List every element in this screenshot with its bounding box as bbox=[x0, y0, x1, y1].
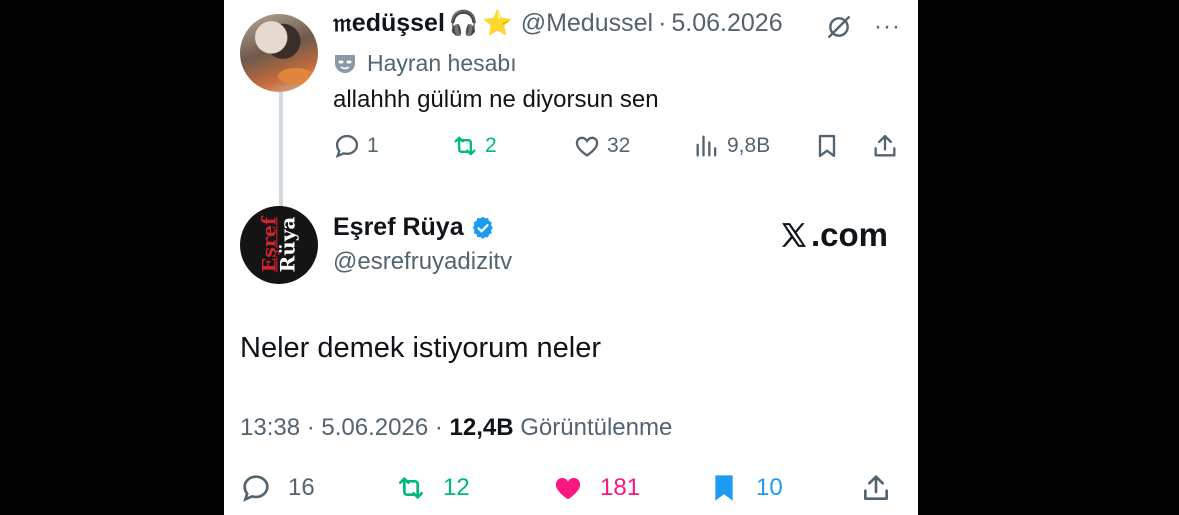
like-icon bbox=[555, 478, 581, 500]
main-reply-count: 16 bbox=[288, 474, 315, 501]
reply-action-bar: 1 2 32 9,8B bbox=[333, 126, 903, 166]
tweet-card: 𝔪edüşsel 🎧 ⭐ @Medussel · 5.06.2026 ··· H… bbox=[224, 0, 918, 515]
avatar-esref-ruya[interactable]: Eşref Rüya bbox=[240, 206, 318, 284]
meta-separator: · bbox=[306, 414, 315, 441]
reply-icon bbox=[335, 134, 359, 159]
fan-account-label: Hayran hesabı bbox=[333, 50, 517, 77]
avatar-medussel[interactable] bbox=[240, 14, 318, 92]
fan-mask-icon bbox=[335, 54, 355, 73]
like-count: 32 bbox=[607, 134, 631, 157]
x-logo-icon bbox=[782, 223, 806, 247]
reply-display-name[interactable]: 𝔪edüşsel bbox=[333, 9, 445, 38]
brand-text: .com bbox=[811, 216, 889, 253]
x-com-brand: .com bbox=[779, 216, 888, 254]
thread-connector-line bbox=[279, 88, 283, 208]
tweet-meta: 13:38 · 5.06.2026 · 12,4B Görüntülenme bbox=[240, 414, 672, 442]
reply-button[interactable]: 1 bbox=[333, 126, 379, 166]
meta-separator-2: · bbox=[434, 414, 443, 441]
verified-badge-icon bbox=[472, 216, 493, 239]
main-repost-button[interactable]: 12 bbox=[395, 468, 470, 508]
views-button[interactable]: 9,8B bbox=[693, 126, 770, 166]
main-display-name[interactable]: Eşref Rüya bbox=[333, 213, 464, 242]
main-author: Eşref Rüya bbox=[333, 213, 495, 242]
repost-button[interactable]: 2 bbox=[451, 126, 497, 166]
views-total: 12,4B bbox=[449, 414, 514, 441]
main-bookmark-button[interactable]: 10 bbox=[708, 468, 783, 508]
main-like-button[interactable]: 181 bbox=[552, 468, 640, 508]
repost-count: 2 bbox=[485, 134, 497, 157]
reply-count: 1 bbox=[367, 134, 379, 157]
repost-icon bbox=[399, 477, 423, 499]
share-icon bbox=[864, 475, 888, 500]
reply-header: 𝔪edüşsel 🎧 ⭐ @Medussel · 5.06.2026 bbox=[333, 9, 783, 38]
reply-handle[interactable]: @Medussel bbox=[521, 9, 653, 38]
fan-account-text: Hayran hesabı bbox=[367, 50, 517, 76]
main-bookmark-count: 10 bbox=[756, 474, 783, 501]
grok-icon[interactable] bbox=[826, 14, 852, 40]
main-share-button[interactable] bbox=[860, 468, 908, 508]
more-options-icon[interactable]: ··· bbox=[874, 13, 901, 41]
main-action-bar: 16 12 181 10 bbox=[240, 468, 900, 508]
reply-date[interactable]: 5.06.2026 bbox=[671, 9, 782, 38]
bookmark-button[interactable] bbox=[813, 126, 847, 166]
like-icon bbox=[575, 136, 599, 157]
share-icon bbox=[874, 134, 896, 157]
bookmark-icon bbox=[715, 475, 733, 501]
tweet-date[interactable]: 5.06.2026 bbox=[321, 414, 428, 441]
main-handle[interactable]: @esrefruyadizitv bbox=[333, 248, 512, 276]
star-emoji: ⭐ bbox=[482, 10, 513, 37]
views-label: Görüntülenme bbox=[520, 414, 673, 441]
bookmark-icon bbox=[818, 134, 836, 158]
reply-separator: · bbox=[658, 9, 667, 37]
reply-text: allahhh gülüm ne diyorsun sen bbox=[333, 86, 659, 113]
main-reply-button[interactable]: 16 bbox=[240, 468, 315, 508]
main-like-count: 181 bbox=[600, 474, 641, 501]
repost-icon bbox=[454, 136, 476, 156]
main-repost-count: 12 bbox=[443, 474, 470, 501]
main-tweet-text: Neler demek istiyorum neler bbox=[240, 332, 602, 364]
like-button[interactable]: 32 bbox=[573, 126, 630, 166]
tweet-time[interactable]: 13:38 bbox=[240, 414, 300, 441]
avatar-logo-line2: Rüya bbox=[275, 217, 300, 273]
reply-icon bbox=[243, 475, 269, 502]
views-count: 9,8B bbox=[727, 134, 771, 157]
views-icon bbox=[696, 135, 717, 157]
share-button[interactable] bbox=[871, 126, 905, 166]
headphones-emoji: 🎧 bbox=[448, 10, 479, 37]
